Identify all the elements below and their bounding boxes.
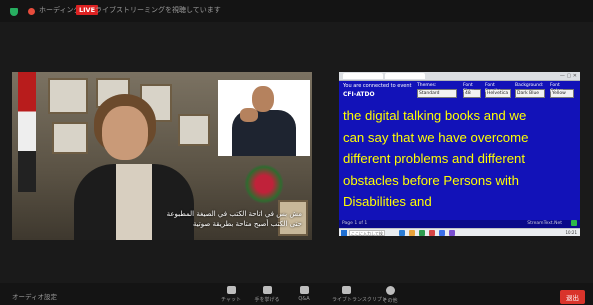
font-color-control[interactable]: Font Color: Yellow — [550, 83, 574, 98]
host-label: ホーディング — [39, 6, 81, 14]
taskbar-search-input[interactable]: ここに入力して検索 — [349, 230, 385, 236]
themes-select[interactable]: Standard — [417, 89, 457, 98]
chat-button[interactable]: チャット — [217, 286, 245, 303]
live-transcript-label: ライブトランスクリプト — [332, 297, 387, 303]
app-icon[interactable] — [399, 230, 405, 236]
arabic-subtitle: مش بس في اتاحة الكتب في الصيغة المطبوعة … — [162, 209, 302, 229]
egypt-flag — [18, 72, 36, 192]
taskbar-clock: 10:21 — [565, 230, 577, 235]
viewing-status[interactable]: ライブストリーミングを視聴しています — [95, 5, 221, 15]
qa-label: Q&A — [298, 296, 310, 302]
caption-line: different problems and different — [343, 151, 526, 166]
raise-hand-label: 手を挙げる — [254, 297, 280, 303]
screen-share: — ▢ ✕ You are connected to event CFI-ATD… — [339, 72, 580, 236]
font-size-control[interactable]: Font Size: 48 — [463, 83, 481, 98]
top-bar: ホーディング LIVE ライブストリーミングを視聴しています — [0, 0, 593, 22]
caption-line: the digital talking books and we — [343, 108, 527, 123]
browser-tab-bar: — ▢ ✕ — [339, 72, 580, 81]
window-controls[interactable]: — ▢ ✕ — [560, 73, 577, 79]
subtitle-line: حتى الكتب أصبح متاحة بطريقة صوتية — [192, 220, 302, 228]
more-button[interactable]: その他 — [376, 286, 404, 304]
qa-button[interactable]: Q&A — [290, 286, 318, 302]
bottom-toolbar: オーディオ設定 チャット 手を挙げる Q&A ライブトランスクリプト その他 退… — [0, 283, 593, 305]
font-family-select[interactable]: Helvetica — [485, 89, 511, 98]
chat-label: チャット — [221, 297, 241, 303]
security-shield-icon[interactable] — [10, 8, 18, 16]
font-color-select[interactable]: Yellow — [550, 89, 574, 98]
browser-tab[interactable] — [343, 73, 383, 79]
caption-status-bar: Page 1 of 1 StreamText.Net — [339, 220, 580, 228]
caption-line: can say that we have overcome — [343, 129, 529, 145]
caption-line: Disabilities and — [343, 194, 432, 209]
app-icon[interactable] — [409, 230, 415, 236]
raise-hand-button[interactable]: 手を挙げる — [253, 286, 281, 303]
windows-start-icon[interactable] — [341, 230, 347, 236]
subtitle-line: مش بس في اتاحة الكتب في الصيغة المطبوعة — [166, 210, 302, 218]
more-icon — [385, 286, 395, 295]
cc-icon — [341, 286, 351, 294]
app-icon[interactable] — [429, 230, 435, 236]
leave-button[interactable]: 退出 — [560, 290, 585, 304]
audio-settings-button[interactable]: オーディオ設定 — [12, 291, 57, 301]
windows-taskbar: ここに入力して検索 10:21 — [339, 228, 580, 236]
background-label: Background: — [515, 83, 544, 88]
themes-control[interactable]: Themes: Standard — [417, 83, 457, 98]
live-transcript-button[interactable]: ライブトランスクリプト — [332, 286, 387, 303]
chat-icon — [226, 286, 236, 294]
background-select[interactable]: Dark Blue — [515, 89, 545, 98]
raise-hand-icon — [262, 286, 272, 294]
background-control[interactable]: Background: Dark Blue — [515, 83, 545, 98]
event-name: CFI-ATDO — [343, 91, 375, 98]
qa-icon — [299, 286, 309, 294]
page-indicator: Page 1 of 1 — [342, 221, 368, 226]
sign-language-interpreter-video — [218, 80, 310, 156]
font-family-control[interactable]: Font Family: Helvetica — [485, 83, 511, 98]
connected-check-icon — [571, 220, 577, 226]
connection-text: You are connected to event — [343, 83, 412, 89]
caption-settings-header: You are connected to event CFI-ATDO Them… — [339, 81, 580, 101]
live-caption-area: the digital talking books and we can say… — [339, 101, 580, 228]
browser-tab[interactable] — [385, 73, 425, 79]
more-label: その他 — [382, 298, 398, 304]
flower-vase — [244, 164, 284, 204]
app-icon[interactable] — [419, 230, 425, 236]
caption-text: the digital talking books and we can say… — [343, 105, 579, 213]
app-icon[interactable] — [439, 230, 445, 236]
caption-line: obstacles before Persons with — [343, 172, 519, 188]
app-icon[interactable] — [449, 230, 455, 236]
streamtext-label[interactable]: StreamText.Net — [527, 221, 562, 226]
recording-dot-icon — [28, 8, 35, 15]
